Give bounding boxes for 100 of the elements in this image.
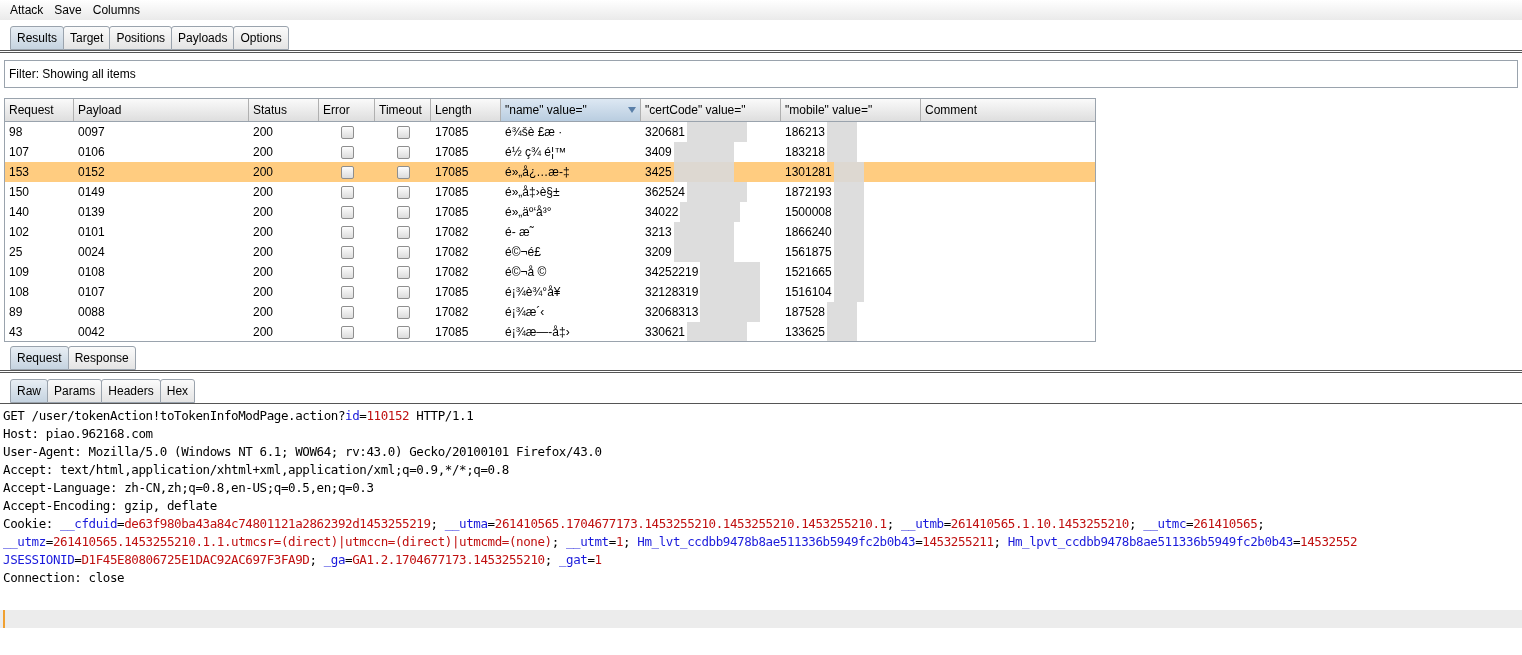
checkbox[interactable] (340, 325, 354, 339)
table-cell-text: 200 (252, 244, 275, 261)
code-token: de63f980ba43a84c74801121a2862392d1453255219 (124, 516, 431, 531)
table-cell-text: 1561875 (785, 244, 832, 261)
checkbox[interactable] (396, 125, 410, 139)
code-token: _ga (323, 552, 346, 567)
table-cell-text: 0101 (77, 224, 106, 241)
table-cell-text: 0042 (77, 324, 106, 341)
table-cell-text: 17082 (434, 264, 470, 281)
checkbox[interactable] (396, 325, 410, 339)
code-token: = (74, 552, 82, 567)
menu-item[interactable]: Attack (10, 1, 44, 19)
table-cell-text: 362524 (645, 184, 686, 201)
code-token: ; (551, 534, 560, 549)
table-cell-text: 17085 (434, 164, 470, 181)
table-cell-text: 1516104 (785, 284, 832, 301)
checkbox[interactable] (340, 285, 354, 299)
column-header[interactable]: "mobile" value=" (781, 99, 921, 121)
code-token: 261410565.1704677173.1453255210.1453255210.1453255210.1 (494, 516, 887, 531)
checkbox[interactable] (340, 305, 354, 319)
tab[interactable]: Options (233, 26, 289, 50)
checkbox[interactable] (396, 265, 410, 279)
checkbox[interactable] (340, 145, 354, 159)
tab[interactable]: Request (10, 346, 69, 370)
table-cell-text: é¡¾æ—-å‡› (504, 324, 571, 341)
checkbox[interactable] (396, 165, 410, 179)
checkbox[interactable] (396, 225, 410, 239)
tab[interactable]: Payloads (171, 26, 235, 50)
table-cell-text: 150 (8, 184, 31, 201)
column-header[interactable]: "name" value=" (501, 99, 641, 121)
column-header[interactable]: "certCode" value=" (641, 99, 781, 121)
code-token: ; (1129, 516, 1138, 531)
table-cell-text: 200 (252, 304, 275, 321)
code-token: HTTP/1.1 (415, 408, 474, 423)
table-cell-text: 17085 (434, 204, 470, 221)
tab[interactable]: Response (67, 346, 136, 370)
code-token: Hm_lvt_ccdbb9478b8ae511336b5949fc2b0b43 (637, 534, 916, 549)
table-cell-text: 17085 (434, 284, 470, 301)
table-cell-text: 183218 (785, 144, 826, 161)
filter-label[interactable]: Filter: Showing all items (9, 65, 136, 83)
code-token: User-Agent: Mozilla/5.0 (Windows NT 6.1; WOW64; rv:43.0) Gecko/20100101 Firefox/43.0 (3, 444, 602, 459)
checkbox[interactable] (340, 185, 354, 199)
code-token: = (487, 516, 495, 531)
redaction-mark (687, 122, 748, 142)
table-cell-text: 43 (8, 324, 24, 341)
table-cell-text: 0107 (77, 284, 106, 301)
checkbox[interactable] (340, 165, 354, 179)
checkbox[interactable] (396, 245, 410, 259)
table-cell-text: 0149 (77, 184, 106, 201)
column-header[interactable]: Comment (921, 99, 1095, 121)
tab[interactable]: Target (63, 26, 111, 50)
checkbox[interactable] (396, 185, 410, 199)
checkbox[interactable] (340, 265, 354, 279)
table-cell-text: 0088 (77, 304, 106, 321)
checkbox[interactable] (340, 205, 354, 219)
tab[interactable]: Positions (109, 26, 173, 50)
column-header[interactable]: Status (249, 99, 319, 121)
redaction-mark (673, 162, 734, 182)
menu-item[interactable]: Columns (92, 1, 141, 19)
column-header[interactable]: Error (319, 99, 375, 121)
table-cell-text: 0024 (77, 244, 106, 261)
checkbox[interactable] (340, 245, 354, 259)
code-token: ; (430, 516, 439, 531)
code-token: = (915, 534, 923, 549)
table-cell-text: 108 (8, 284, 31, 301)
code-token: ; (886, 516, 895, 531)
table-cell-text: 32128319 (645, 284, 699, 301)
table-cell-text: 200 (252, 284, 275, 301)
column-header[interactable]: Request (5, 99, 74, 121)
code-token: = (1186, 516, 1194, 531)
column-header[interactable]: Length (431, 99, 501, 121)
column-header[interactable]: Timeout (375, 99, 431, 121)
redaction-mark (827, 142, 858, 162)
tab[interactable]: Results (10, 26, 64, 50)
column-header[interactable]: Payload (74, 99, 249, 121)
menu-item[interactable]: Save (54, 1, 82, 19)
checkbox[interactable] (340, 125, 354, 139)
code-token: 261410565.1.10.1453255210 (950, 516, 1129, 531)
checkbox[interactable] (396, 205, 410, 219)
table-cell-text: 17085 (434, 324, 470, 341)
checkbox[interactable] (396, 305, 410, 319)
code-token: 110152 (366, 408, 410, 423)
tab[interactable]: Raw (10, 379, 48, 403)
tab[interactable]: Headers (101, 379, 161, 403)
checkbox[interactable] (340, 225, 354, 239)
table-cell-text: 109 (8, 264, 31, 281)
table-cell-text: 200 (252, 124, 275, 141)
checkbox[interactable] (396, 285, 410, 299)
table-cell-text: é- æ˜ (504, 224, 535, 241)
code-token: ; (544, 552, 553, 567)
tab[interactable]: Hex (159, 379, 196, 403)
code-token: 261410565 (1193, 516, 1258, 531)
code-token: __utmc (1143, 516, 1187, 531)
tab[interactable]: Params (47, 379, 103, 403)
table-cell-text: é¾šè £æ · (504, 124, 564, 141)
table-cell-text: 3425 (645, 164, 672, 181)
table-row[interactable]: 153 0152 200 17085 é»„å¿…æ-‡ 3425 1301281 (5, 162, 1095, 182)
table-cell-text: 0108 (77, 264, 106, 281)
checkbox[interactable] (396, 145, 410, 159)
code-token: = (117, 516, 125, 531)
